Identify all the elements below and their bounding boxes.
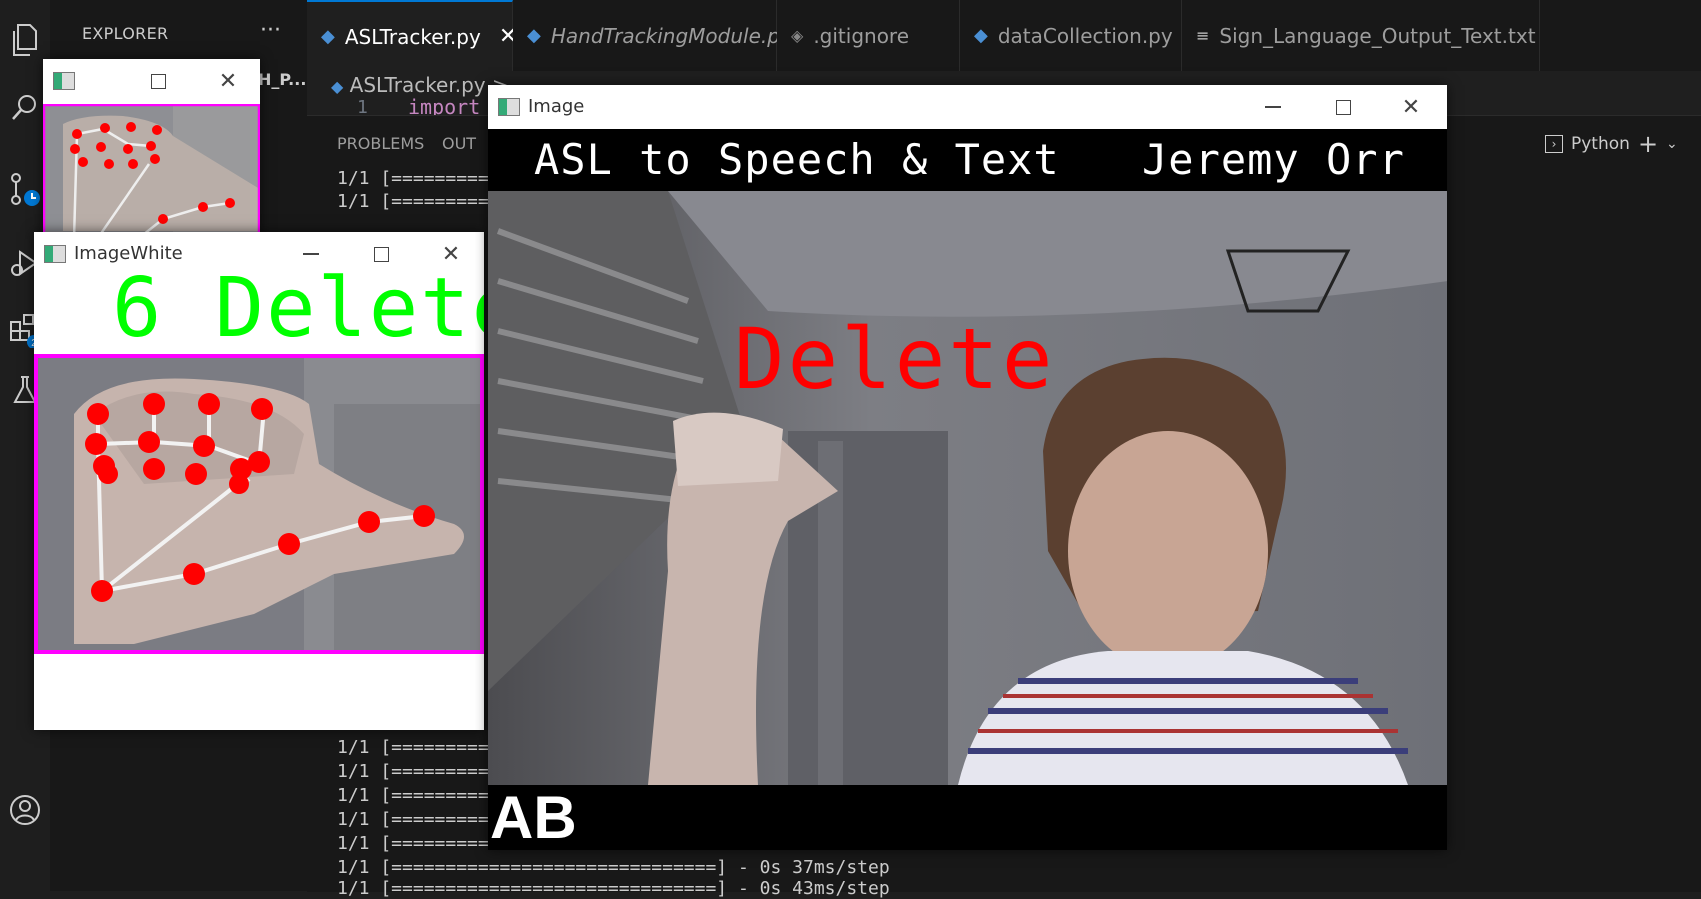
prediction-label: 6 Delete — [112, 261, 484, 356]
terminal-line: 1/1 [========= — [337, 785, 489, 806]
python-icon: ◆ — [527, 25, 541, 46]
explorer-title: EXPLORER — [82, 24, 169, 43]
tab-label: HandTrackingModule.py — [550, 23, 792, 48]
tab-asltracker[interactable]: ◆ ASLTracker.py ✕ — [307, 0, 517, 71]
gesture-label: Delete — [734, 310, 1056, 408]
imagewhite-window[interactable]: ImageWhite ✕ 6 Delete — [34, 232, 484, 730]
image-titlebar[interactable]: Image ✕ — [488, 85, 1447, 129]
minimize-button[interactable] — [135, 65, 181, 97]
python-icon: ◆ — [331, 77, 344, 96]
editor-tab-bar: ◆ ASLTracker.py ✕ ◆ HandTrackingModule.p… — [307, 0, 1701, 72]
terminal-line: 1/1 [========= — [337, 761, 489, 782]
terminal-icon: › — [1545, 135, 1563, 153]
python-icon: ◆ — [321, 26, 335, 47]
terminal-line: 1/1 [==============================] - 0… — [337, 878, 890, 899]
tab-output-text[interactable]: ≡ Sign_Language_Output_Text.txt — [1182, 0, 1540, 71]
explorer-icon[interactable] — [0, 15, 50, 65]
python-terminal-selector[interactable]: › Python + ⌄ — [1545, 130, 1678, 158]
account-icon[interactable] — [0, 785, 50, 835]
terminal-line: 1/1 [========= — [337, 809, 489, 830]
folder-label[interactable]: H_P... — [258, 70, 306, 89]
terminal-line: 1/1 [==============================] - 0… — [337, 857, 890, 878]
tab-problems[interactable]: PROBLEMS — [337, 134, 424, 153]
tab-output[interactable]: OUT — [442, 134, 476, 153]
webcam-feed — [488, 191, 1447, 785]
tab-label: dataCollection.py — [997, 23, 1173, 48]
close-button[interactable]: ✕ — [1388, 91, 1434, 123]
crop-hand-image — [43, 104, 260, 239]
close-button[interactable]: ✕ — [205, 65, 251, 97]
crop-window[interactable]: ✕ — [43, 59, 260, 239]
app-title: ASL to Speech & Text — [534, 135, 1060, 184]
diamond-icon: ◈ — [791, 26, 804, 45]
minimize-button[interactable] — [1250, 91, 1296, 123]
add-terminal-icon[interactable]: + — [1638, 130, 1658, 158]
chevron-down-icon[interactable]: ⌄ — [1666, 136, 1678, 152]
python-icon: ◆ — [974, 25, 988, 46]
lines-icon: ≡ — [1196, 26, 1210, 45]
tab-label: Sign_Language_Output_Text.txt — [1219, 23, 1536, 48]
tab-datacollection[interactable]: ◆ dataCollection.py — [960, 0, 1182, 71]
tab-gitignore[interactable]: ◈ .gitignore — [777, 0, 960, 71]
maximize-button[interactable] — [1320, 91, 1366, 123]
app-icon — [498, 98, 520, 116]
image-window[interactable]: Image ✕ ASL to Speech & Text Jeremy Orr — [488, 85, 1447, 850]
crop-titlebar[interactable]: ✕ — [43, 59, 260, 103]
hand-landmark-image — [34, 354, 484, 654]
window-title: Image — [528, 96, 585, 117]
terminal-line: 1/1 [========= — [337, 833, 489, 854]
typed-text: AB — [490, 784, 577, 850]
author-name: Jeremy Orr — [1142, 135, 1405, 184]
terminal-line: 1/1 [========= — [337, 168, 489, 189]
tab-label: ASLTracker.py — [344, 24, 481, 49]
terminal-line: 1/1 [========= — [337, 737, 489, 758]
header-banner: ASL to Speech & Text Jeremy Orr — [488, 129, 1447, 191]
tab-handtrackingmodule[interactable]: ◆ HandTrackingModule.py — [513, 0, 792, 71]
app-icon — [53, 72, 75, 90]
terminal-line: 1/1 [========= — [337, 191, 489, 212]
more-actions-button[interactable]: ··· — [260, 18, 281, 43]
app-icon — [44, 245, 66, 263]
tab-label: .gitignore — [813, 23, 910, 48]
text-output-bar: AB — [488, 784, 1447, 850]
